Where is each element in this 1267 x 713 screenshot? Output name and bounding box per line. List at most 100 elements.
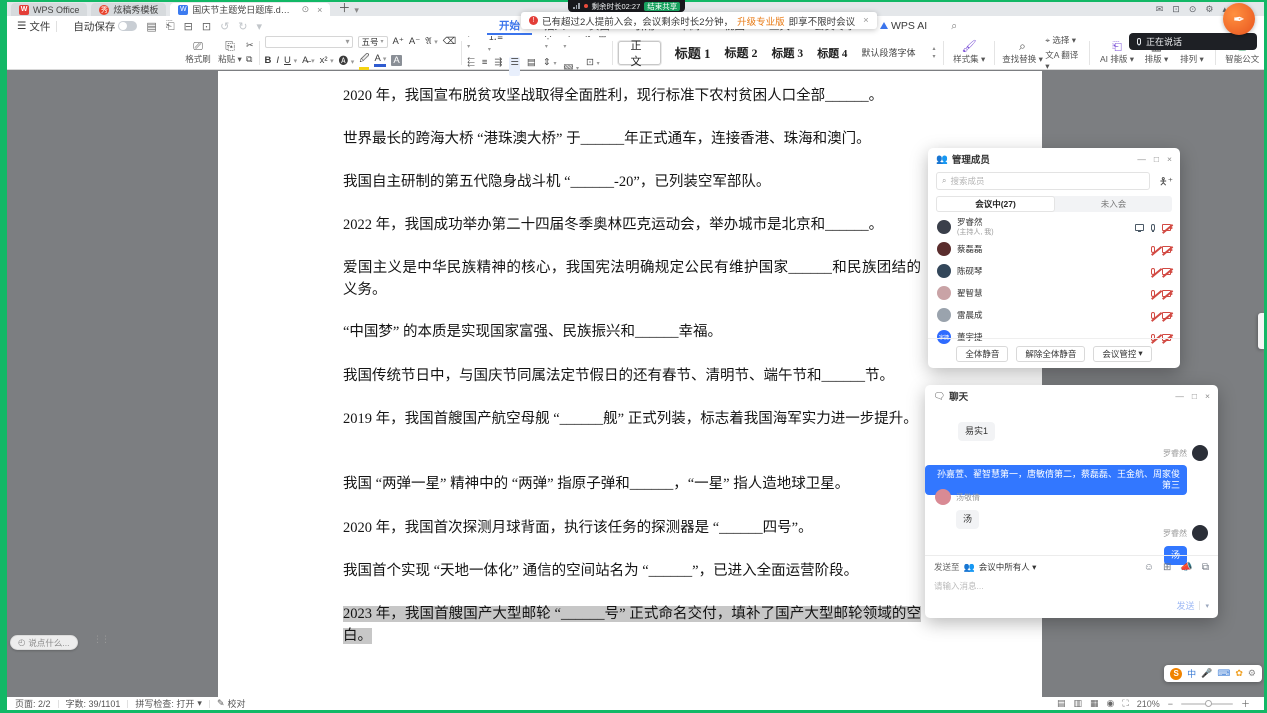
member-row[interactable]: 蔡磊磊: [928, 238, 1180, 260]
close-icon[interactable]: ×: [1205, 391, 1210, 401]
ime-lang-toggle[interactable]: 中: [1187, 667, 1196, 680]
underline-button[interactable]: U ▾: [284, 55, 297, 66]
gallery-up-icon[interactable]: ▴: [932, 45, 935, 52]
line-spacing-icon[interactable]: ⇕ ▾: [543, 57, 557, 76]
ribbon-tab-wps-ai[interactable]: WPS AI: [868, 18, 939, 35]
paste-button[interactable]: ⎘ 粘贴 ▾: [214, 40, 246, 65]
fullscreen-icon[interactable]: ⛶: [1122, 698, 1128, 709]
text-effects-icon[interactable]: 𝔄 ▾: [425, 36, 437, 47]
member-row[interactable]: 雷晨成: [928, 304, 1180, 326]
chat-input[interactable]: 请输入消息...: [934, 580, 1209, 592]
meeting-controls-button[interactable]: 会议管控 ▾: [1093, 346, 1151, 362]
user-avatar[interactable]: ✒: [1223, 3, 1255, 35]
zoom-level[interactable]: 210%: [1137, 699, 1160, 709]
send-options-chevron-icon[interactable]: ▾: [1205, 602, 1209, 610]
word-count[interactable]: 字数: 39/1101: [66, 697, 121, 710]
italic-button[interactable]: I: [276, 55, 279, 66]
zoom-slider[interactable]: [1181, 703, 1233, 705]
comment-hint-pill[interactable]: ◴ 说点什么...: [10, 635, 78, 650]
image-icon[interactable]: ⊞: [1163, 562, 1171, 573]
char-shading-icon[interactable]: A: [391, 55, 401, 66]
ime-toolbar[interactable]: S 中 🎤 ⌨ ✿ ⚙: [1164, 665, 1262, 682]
notification-close-icon[interactable]: ×: [863, 15, 869, 26]
gear-icon[interactable]: ⚙: [1205, 4, 1213, 15]
doc-paragraph-selected[interactable]: 2023 年，我国首艘国产大型邮轮 “______号” 正式命名交付，填补了国产…: [343, 603, 921, 647]
style-normal[interactable]: 正文: [618, 41, 661, 65]
autosave-control[interactable]: 自动保存: [73, 19, 137, 34]
mic-off-icon[interactable]: [1151, 312, 1155, 319]
export-icon[interactable]: ⎗: [166, 20, 175, 33]
screen-share-icon[interactable]: [1135, 224, 1144, 231]
save-icon[interactable]: ▤: [146, 20, 156, 33]
camera-off-icon[interactable]: [1162, 246, 1171, 253]
justify-icon[interactable]: ☰: [509, 57, 520, 76]
style-heading3[interactable]: 标题 3: [772, 45, 804, 61]
mail-icon[interactable]: ✉: [1156, 4, 1164, 15]
mic-off-icon[interactable]: [1151, 246, 1155, 253]
mic-off-icon[interactable]: [1151, 290, 1155, 297]
preview-icon[interactable]: ⊡: [202, 20, 211, 33]
clear-format-icon[interactable]: ⌫: [443, 36, 456, 47]
doc-paragraph[interactable]: 2020 年，我国宣布脱贫攻坚战取得全面胜利，现行标准下农村贫困人口全部____…: [343, 85, 921, 107]
announce-icon[interactable]: 📣: [1180, 562, 1192, 573]
ime-voice-icon[interactable]: 🎤: [1201, 668, 1212, 679]
member-row[interactable]: 陈砚琴: [928, 260, 1180, 282]
upgrade-link[interactable]: 升级专业版: [737, 14, 785, 28]
mic-icon[interactable]: [1151, 224, 1155, 231]
doc-paragraph[interactable]: 2020 年，我国首次探测月球背面，执行该任务的探测器是 “______四号”。: [343, 517, 921, 539]
align-right-icon[interactable]: ⇶: [494, 57, 502, 76]
member-search-box[interactable]: ⌕: [936, 172, 1150, 190]
eye-protect-icon[interactable]: ◉: [1107, 698, 1115, 709]
tab-in-meeting[interactable]: 会议中(27): [936, 196, 1055, 212]
font-size-select[interactable]: 五号▾: [358, 36, 388, 48]
send-to-select[interactable]: 会议中所有人 ▾: [979, 561, 1037, 573]
camera-off-icon[interactable]: [1162, 290, 1171, 297]
ime-skin-icon[interactable]: ✿: [1235, 668, 1243, 679]
web-view-icon[interactable]: ▥: [1073, 698, 1082, 709]
member-row[interactable]: 罗睿然(主持人, 我): [928, 216, 1180, 238]
ribbon-search-icon[interactable]: ⌕: [939, 18, 969, 35]
ime-keyboard-icon[interactable]: ⌨: [1217, 668, 1230, 679]
mute-all-button[interactable]: 全体静音: [956, 346, 1008, 362]
maximize-icon[interactable]: □: [1192, 391, 1197, 401]
decrease-font-icon[interactable]: A⁻: [409, 36, 420, 47]
share-icon[interactable]: ⊙: [1189, 4, 1197, 15]
doc-paragraph[interactable]: 2022 年，我国成功举办第二十四届冬季奥林匹克运动会，举办城市是北京和____…: [343, 214, 921, 236]
format-painter-button[interactable]: ⎚ 格式刷: [182, 40, 214, 65]
close-icon[interactable]: ×: [1167, 154, 1172, 164]
proofread-button[interactable]: ✎校对: [217, 697, 246, 710]
tab-close-icon[interactable]: ×: [317, 5, 322, 15]
end-share-button[interactable]: 结束共享: [644, 2, 680, 11]
doc-paragraph[interactable]: 我国 “两弹一星” 精神中的 “两弹” 指原子弹和______，“一星” 指人造…: [343, 473, 921, 495]
send-button[interactable]: 发送: [1176, 599, 1194, 612]
zoom-in-icon[interactable]: ＋: [1241, 697, 1250, 710]
doc-paragraph[interactable]: 爱国主义是中华民族精神的核心，我国宪法明确规定公民有维护国家______和民族团…: [343, 257, 921, 301]
tab-list-chevron-icon[interactable]: ▾: [354, 5, 359, 16]
tab-wps-office[interactable]: W WPS Office: [11, 3, 87, 16]
font-color-icon[interactable]: A ▾: [374, 53, 386, 67]
autosave-toggle[interactable]: [118, 21, 137, 31]
align-center-icon[interactable]: ≡: [482, 57, 488, 76]
doc-paragraph[interactable]: 我国首个实现 “天地一体化” 通信的空间站名为 “______”，已进入全面运营…: [343, 560, 921, 582]
doc-paragraph[interactable]: 世界最长的跨海大桥 “港珠澳大桥” 于______年正式通车，连接香港、珠海和澳…: [343, 128, 921, 150]
page-view-icon[interactable]: ▤: [1057, 698, 1066, 709]
increase-font-icon[interactable]: A⁺: [393, 36, 404, 47]
ime-settings-icon[interactable]: ⚙: [1248, 668, 1256, 679]
tab-document[interactable]: W 国庆节主题党日题库.docx ⊙ ×: [170, 3, 330, 16]
doc-paragraph[interactable]: 2019 年，我国首艘国产航空母舰 “______舰” 正式列装，标志着我国海军…: [343, 408, 921, 430]
member-row[interactable]: 翟智慧: [928, 282, 1180, 304]
camera-off-icon[interactable]: [1162, 312, 1171, 319]
more-chevron-icon[interactable]: ▾: [257, 20, 263, 33]
spellcheck-status[interactable]: 拼写检查: 打开 ▾: [135, 697, 202, 710]
tab-template[interactable]: 秀 炫稿秀模板: [91, 3, 166, 16]
member-search-input[interactable]: [950, 176, 1130, 186]
minimize-icon[interactable]: —: [1175, 391, 1184, 401]
emoji-icon[interactable]: ☺: [1144, 562, 1154, 573]
distribute-icon[interactable]: ▤: [527, 57, 536, 76]
minimize-icon[interactable]: —: [1137, 154, 1146, 164]
char-effect-icon[interactable]: 🅐 ▾: [339, 53, 355, 67]
strikethrough-icon[interactable]: A̶ ▾: [302, 55, 315, 66]
paragraph-drag-handle-icon[interactable]: ⋮⋮: [93, 637, 101, 641]
mic-off-icon[interactable]: [1151, 268, 1155, 275]
superscript-icon[interactable]: x² ▾: [320, 55, 334, 66]
